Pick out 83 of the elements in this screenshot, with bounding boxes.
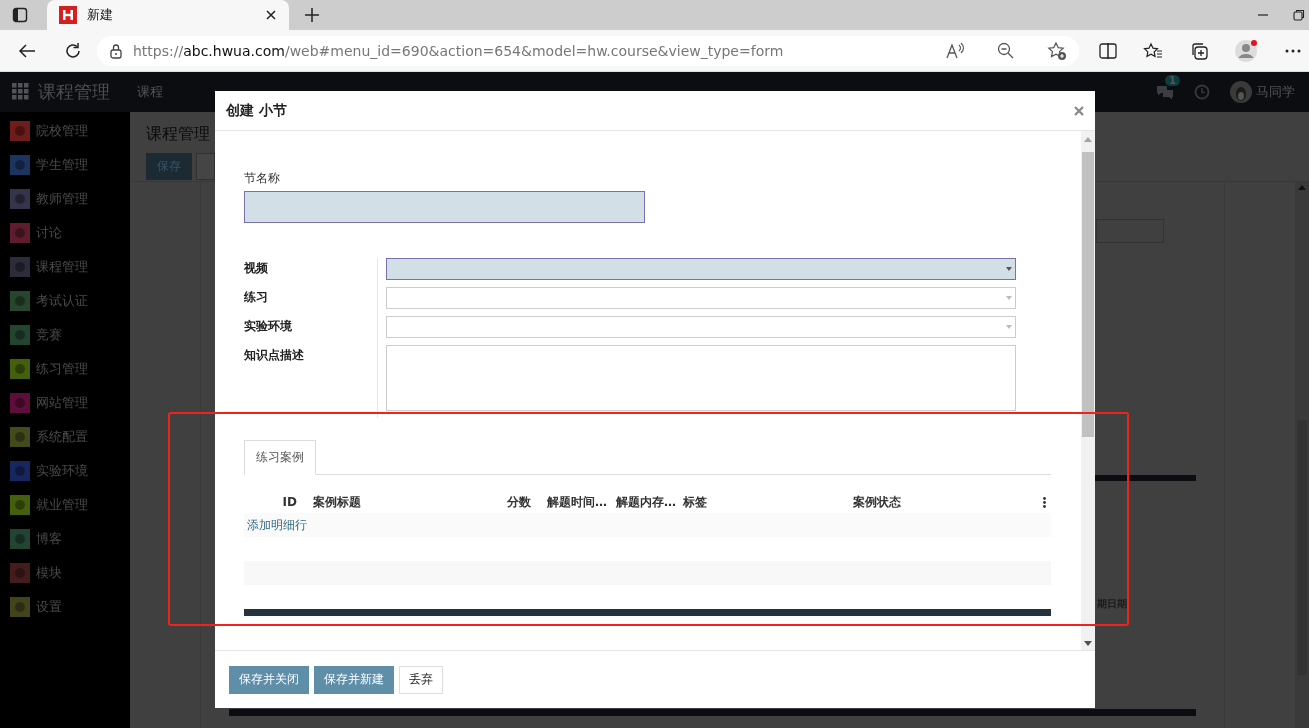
column-header[interactable]: ID (244, 491, 305, 513)
add-favorite-icon[interactable] (1047, 40, 1067, 61)
field-label: 视频 (244, 261, 268, 275)
sidebar-item[interactable]: 考试认证 (0, 284, 130, 318)
module-icon (10, 121, 30, 141)
read-aloud-icon[interactable] (945, 41, 965, 60)
sidebar-item[interactable]: 教师管理 (0, 182, 130, 216)
user-avatar-icon[interactable] (1230, 81, 1252, 103)
sidebar-item[interactable]: 学生管理 (0, 148, 130, 182)
apps-grid-icon[interactable] (12, 83, 30, 101)
scroll-up-icon[interactable] (1084, 137, 1092, 142)
module-icon (10, 427, 30, 447)
scroll-down-icon[interactable] (1084, 641, 1092, 646)
save-close-button[interactable]: 保存并关闭 (229, 665, 309, 694)
column-options-icon[interactable] (1042, 496, 1046, 508)
sidebar-item[interactable]: 课程管理 (0, 250, 130, 284)
scrollbar[interactable] (1081, 131, 1095, 650)
sidebar-item[interactable]: 博客 (0, 522, 130, 556)
zoom-out-icon[interactable] (997, 41, 1015, 60)
address-bar[interactable]: https://abc.hwua.com/web#menu_id=690&action=654&model=hw.course&view_type=form (97, 35, 1079, 66)
browser-tab[interactable]: 新建 (47, 0, 289, 30)
reload-icon[interactable] (64, 41, 82, 60)
dropdown-caret-icon[interactable] (1006, 267, 1012, 271)
field-label: 练习 (244, 290, 268, 304)
column-header[interactable]: 解题内存… (608, 491, 675, 513)
app-title: 课程管理 (38, 80, 110, 104)
sidebar-item[interactable]: 设置 (0, 590, 130, 624)
notification-badge: 1 (1165, 75, 1180, 86)
dialog-title: 创建 小节 (226, 101, 288, 120)
save-new-button[interactable]: 保存并新建 (314, 665, 394, 694)
module-icon (10, 325, 30, 345)
field-label: 知识点描述 (244, 348, 304, 362)
column-header[interactable]: 案例状态 (845, 491, 1037, 513)
scrollbar[interactable] (1295, 182, 1309, 728)
close-icon[interactable] (265, 9, 277, 21)
module-icon (10, 393, 30, 413)
split-screen-icon[interactable] (1099, 41, 1117, 60)
input-field[interactable] (1096, 219, 1164, 243)
select-field[interactable] (386, 316, 1016, 338)
module-icon (10, 257, 30, 277)
module-icon (10, 597, 30, 617)
site-logo-icon (59, 6, 77, 24)
new-tab-icon[interactable] (303, 7, 320, 23)
tab-actions-icon[interactable] (11, 7, 28, 23)
back-icon[interactable] (18, 42, 36, 59)
tab[interactable]: 练习案例 (244, 440, 316, 475)
favorites-icon[interactable] (1143, 41, 1163, 60)
add-line-link[interactable]: 添加明细行 (247, 516, 307, 534)
sidebar-item[interactable]: 系统配置 (0, 420, 130, 454)
column-header[interactable]: 分数 (505, 491, 539, 513)
sidebar-item[interactable]: 讨论 (0, 216, 130, 250)
module-icon (10, 495, 30, 515)
module-icon (10, 359, 30, 379)
name-input-field[interactable] (244, 191, 645, 223)
restore-icon[interactable] (1293, 9, 1305, 21)
user-name[interactable]: 马同学 (1256, 83, 1295, 101)
more-icon[interactable] (1285, 48, 1301, 53)
sidebar-item[interactable]: 网站管理 (0, 386, 130, 420)
module-icon (10, 461, 30, 481)
collections-icon[interactable] (1189, 40, 1209, 61)
module-icon (10, 155, 30, 175)
column-header[interactable]: 案例标题 (305, 491, 505, 513)
sidebar-item[interactable]: 竞赛 (0, 318, 130, 352)
field-label: 节名称 (244, 170, 281, 187)
module-icon (10, 223, 30, 243)
module-icon (10, 189, 30, 209)
module-icon (10, 563, 30, 583)
module-icon (10, 291, 30, 311)
column-header[interactable]: 标签 (675, 491, 845, 513)
column-header[interactable]: 解题时间… (539, 491, 608, 513)
lock-icon (109, 42, 123, 59)
select-field[interactable] (386, 287, 1016, 309)
sidebar-item[interactable]: 练习管理 (0, 352, 130, 386)
module-icon (10, 529, 30, 549)
sidebar-item[interactable]: 模块 (0, 556, 130, 590)
discard-button[interactable]: 丢弃 (399, 665, 443, 694)
sidebar-item[interactable]: 实验环境 (0, 454, 130, 488)
profile-icon[interactable] (1235, 38, 1259, 63)
field-label: 实验环境 (244, 319, 292, 333)
sidebar-item[interactable]: 院校管理 (0, 114, 130, 148)
select-field[interactable] (386, 258, 1016, 280)
sidebar-item[interactable]: 就业管理 (0, 488, 130, 522)
menu-item[interactable]: 课程 (137, 83, 163, 101)
